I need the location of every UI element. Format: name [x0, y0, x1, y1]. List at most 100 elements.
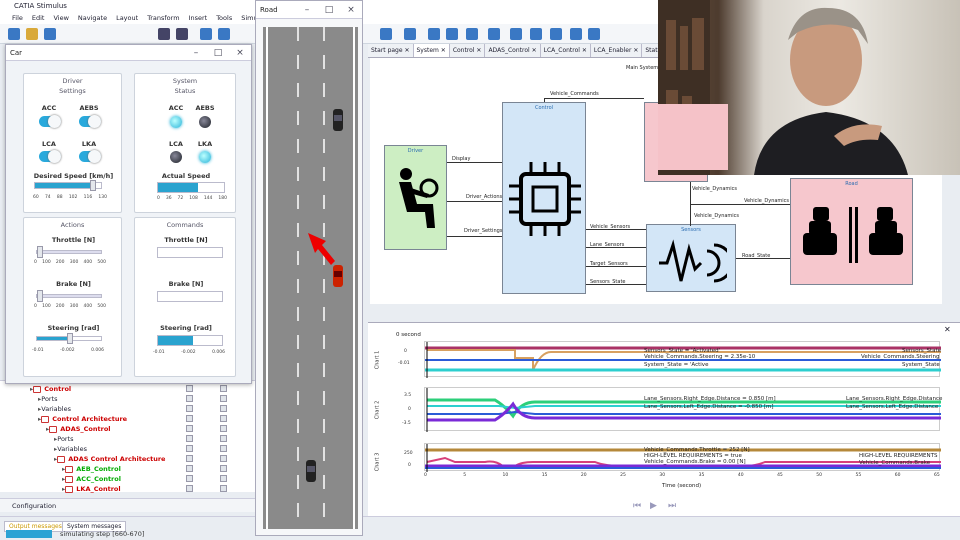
visibility-checkbox[interactable]: [220, 455, 227, 462]
tree-item[interactable]: ▸ Control: [30, 384, 71, 394]
rewind-icon[interactable]: ⏮: [633, 501, 641, 511]
tab-lca-control[interactable]: LCA_Control ✕: [540, 44, 591, 57]
visibility-checkbox[interactable]: [220, 395, 227, 402]
brake-ticks: 0 100 200 300 400 500: [34, 304, 106, 309]
visibility-checkbox[interactable]: [220, 415, 227, 422]
close-icon[interactable]: ×: [229, 48, 251, 58]
control-block[interactable]: Control: [502, 102, 586, 294]
minimize-icon[interactable]: –: [296, 5, 318, 15]
save-icon[interactable]: [44, 28, 56, 40]
chip-icon: [509, 162, 581, 236]
tick: 88: [56, 195, 63, 200]
close-icon[interactable]: ×: [340, 5, 362, 15]
minimize-icon[interactable]: –: [185, 48, 207, 58]
lca-toggle[interactable]: [39, 150, 61, 163]
visibility-checkbox[interactable]: [220, 435, 227, 442]
tree-item-label: ADAS_Control: [60, 425, 111, 433]
visibility-checkbox[interactable]: [186, 455, 193, 462]
tree-item[interactable]: ▸ LKA_Control: [62, 484, 121, 494]
maximize-icon[interactable]: □: [318, 5, 340, 15]
menu-navigate[interactable]: Navigate: [78, 14, 107, 22]
tree-item[interactable]: ▸ ACC_Control: [62, 474, 121, 484]
visibility-checkbox[interactable]: [186, 395, 193, 402]
sensors-state-port-label: Sensors_State: [590, 279, 626, 285]
brake-slider[interactable]: [36, 290, 102, 302]
undo-icon[interactable]: [158, 28, 170, 40]
visibility-checkbox[interactable]: [220, 445, 227, 452]
maximize-icon[interactable]: □: [207, 48, 229, 58]
tab-system[interactable]: System ✕: [413, 44, 450, 57]
new-icon[interactable]: [8, 28, 20, 40]
tab-control[interactable]: Control ✕: [449, 44, 486, 57]
sensors-block[interactable]: Sensors: [646, 224, 736, 292]
visibility-checkbox[interactable]: [186, 445, 193, 452]
menu-layout[interactable]: Layout: [116, 14, 138, 22]
tab-lca-enabler[interactable]: LCA_Enabler ✕: [590, 44, 643, 57]
throttle-slider[interactable]: [36, 246, 102, 258]
visibility-checkbox[interactable]: [220, 465, 227, 472]
visibility-checkbox[interactable]: [186, 405, 193, 412]
menu-edit[interactable]: Edit: [32, 14, 45, 22]
target-icon[interactable]: [466, 28, 478, 40]
visibility-checkbox[interactable]: [186, 485, 193, 492]
acc-toggle[interactable]: [39, 115, 61, 128]
visibility-checkbox[interactable]: [186, 475, 193, 482]
chart-icon[interactable]: [530, 28, 542, 40]
play-icon[interactable]: [218, 28, 230, 40]
brackets-icon[interactable]: [380, 28, 392, 40]
menu-file[interactable]: File: [12, 14, 23, 22]
time-cursor-label: 0 second: [396, 332, 421, 338]
forward-icon[interactable]: ⏭: [668, 501, 676, 511]
tree-item[interactable]: ▸ ADAS_Control: [46, 424, 111, 434]
driver-block[interactable]: Driver: [384, 145, 447, 250]
visibility-checkbox[interactable]: [220, 385, 227, 392]
aebs-status-label: AEBS: [195, 104, 215, 112]
visibility-checkbox[interactable]: [220, 425, 227, 432]
visibility-checkbox[interactable]: [220, 485, 227, 492]
menu-insert[interactable]: Insert: [189, 14, 208, 22]
tree-item[interactable]: ▸ ADAS Control Architecture: [54, 454, 165, 464]
check-icon[interactable]: [200, 28, 212, 40]
eye-icon[interactable]: [446, 28, 458, 40]
visibility-checkbox[interactable]: [220, 405, 227, 412]
close-charts-icon[interactable]: ✕: [944, 325, 951, 334]
visibility-checkbox[interactable]: [186, 385, 193, 392]
tree-item[interactable]: ▸ Ports: [54, 434, 74, 444]
control-block-title: Control: [534, 105, 554, 111]
tree-item-label: AEB_Control: [76, 465, 121, 473]
visibility-checkbox[interactable]: [186, 465, 193, 472]
play-icon[interactable]: ▶: [650, 501, 657, 511]
layout-icon[interactable]: [404, 28, 416, 40]
road-block[interactable]: Road: [790, 178, 913, 285]
tree-item[interactable]: ▸ Control Architecture: [38, 414, 127, 424]
grid-icon[interactable]: [510, 28, 522, 40]
road-block-title: Road: [845, 181, 858, 187]
tree-item[interactable]: ▸ AEB_Control: [62, 464, 121, 474]
redo-icon[interactable]: [176, 28, 188, 40]
desired-speed-slider[interactable]: [34, 180, 102, 191]
visibility-checkbox[interactable]: [220, 475, 227, 482]
open-icon[interactable]: [26, 28, 38, 40]
tree-item[interactable]: ▸ Variables: [38, 404, 71, 414]
list-icon[interactable]: [488, 28, 500, 40]
tick: 100: [42, 304, 51, 309]
menu-transform[interactable]: Transform: [147, 14, 179, 22]
chart-3-value-3: Vehicle_Commands.Brake = 0.00 [N]: [644, 459, 746, 465]
tree-item[interactable]: ▸ Variables: [54, 444, 87, 454]
text-icon[interactable]: [588, 28, 600, 40]
image-icon[interactable]: [570, 28, 582, 40]
table-icon[interactable]: [550, 28, 562, 40]
key-icon[interactable]: [428, 28, 440, 40]
visibility-checkbox[interactable]: [186, 435, 193, 442]
menu-view[interactable]: View: [53, 14, 68, 22]
tab-adas-control[interactable]: ADAS_Control ✕: [485, 44, 541, 57]
steering-slider[interactable]: [36, 333, 102, 344]
lka-toggle[interactable]: [79, 150, 101, 163]
aebs-toggle[interactable]: [79, 115, 101, 128]
menu-tools[interactable]: Tools: [216, 14, 232, 22]
visibility-checkbox[interactable]: [186, 415, 193, 422]
tab-start-page[interactable]: Start page ✕: [368, 44, 414, 57]
visibility-checkbox[interactable]: [186, 425, 193, 432]
configuration-panel[interactable]: Configuration: [0, 498, 255, 512]
tree-item[interactable]: ▸ Ports: [38, 394, 58, 404]
